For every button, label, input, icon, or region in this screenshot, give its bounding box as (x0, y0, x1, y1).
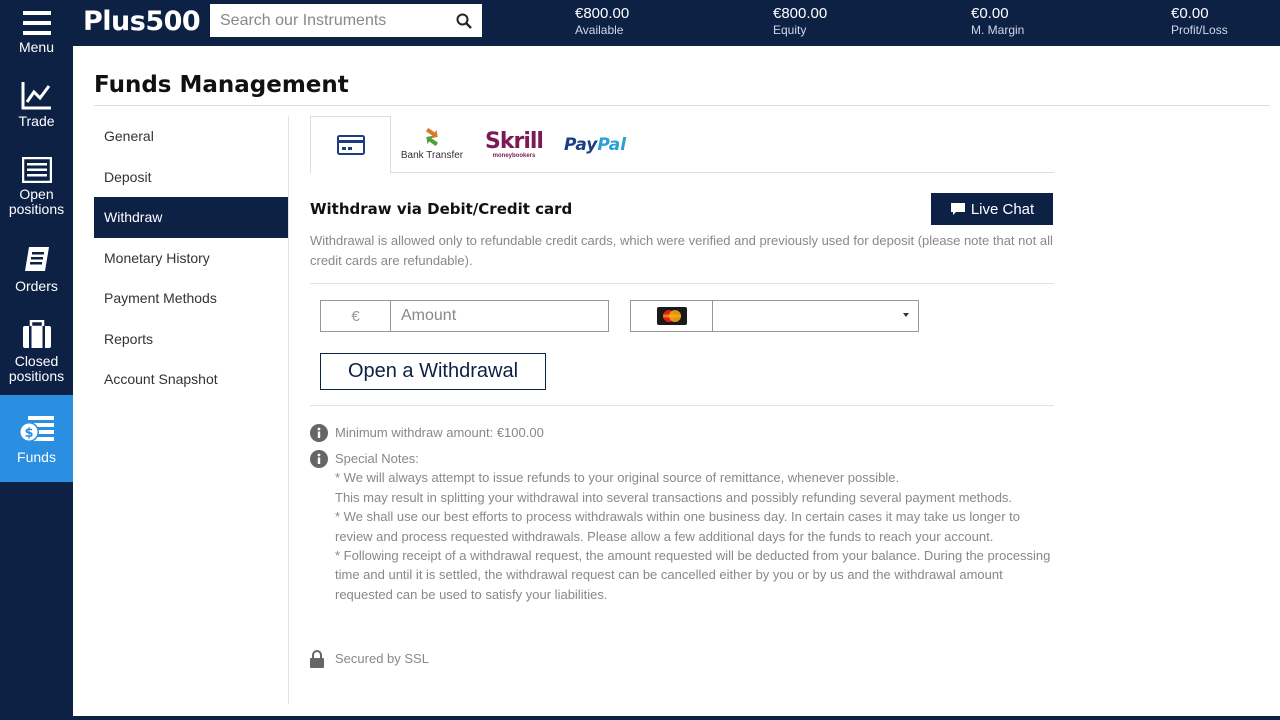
amount-input[interactable] (391, 301, 608, 331)
stat-margin: €0.00 M. Margin (971, 5, 1024, 38)
card-select-value (713, 301, 918, 331)
nav-divider (288, 116, 289, 704)
briefcase-icon (22, 320, 51, 348)
credit-card-icon (336, 135, 365, 155)
closed-positions-button[interactable]: Closed positions (0, 320, 73, 388)
card-select[interactable] (630, 300, 919, 332)
title-divider (94, 105, 1270, 106)
paypal-pay: Pay (563, 134, 598, 155)
funds-side-nav: General Deposit Withdraw Monetary Histor… (94, 116, 289, 400)
special-note: This may result in splitting your withdr… (335, 489, 1013, 505)
trade-label: Trade (18, 113, 55, 129)
nav-item-withdraw[interactable]: Withdraw (94, 197, 289, 238)
divider (310, 405, 1054, 406)
special-notes-title: Special Notes: (335, 451, 419, 466)
card-icon-cell (631, 301, 713, 331)
stat-label: M. Margin (971, 23, 1025, 37)
tab-skrill[interactable]: Skrill moneybookers (478, 116, 550, 173)
chat-bubble-icon (950, 203, 965, 215)
paypal-pal: Pal (597, 134, 627, 155)
funds-button[interactable]: $ Funds (0, 395, 73, 482)
funds-label: Funds (17, 449, 56, 465)
paypal-logo: PayPal (564, 135, 626, 155)
nav-item-payment-methods[interactable]: Payment Methods (94, 278, 289, 319)
svg-text:$: $ (24, 426, 33, 441)
stat-value: €800.00 (773, 5, 828, 22)
search-button[interactable] (446, 4, 482, 37)
closed-positions-label: Closed positions (8, 353, 65, 384)
stat-profit-loss: €0.00 Profit/Loss (1171, 5, 1228, 38)
info-icon (310, 450, 328, 468)
plus500-logo: Plus500 (83, 6, 201, 40)
stat-available: €800.00 Available (575, 5, 629, 38)
min-withdraw-row: Minimum withdraw amount: €100.00 (310, 423, 544, 447)
nav-item-deposit[interactable]: Deposit (94, 157, 289, 198)
skrill-logo: Skrill (485, 128, 544, 154)
live-chat-button[interactable]: Live Chat (931, 193, 1053, 225)
menu-button[interactable]: Menu (0, 10, 73, 62)
stat-value: €0.00 (971, 5, 1009, 22)
search-icon (456, 13, 472, 29)
logo-text: Plus500 (83, 6, 201, 37)
stat-equity: €800.00 Equity (773, 5, 827, 38)
search-input[interactable] (210, 4, 446, 37)
info-icon (310, 424, 328, 442)
left-rail: Menu Trade Open positions Orders Closed … (0, 0, 73, 720)
tab-bank-transfer[interactable]: Bank Transfer (392, 116, 472, 173)
orders-book-icon (24, 247, 49, 271)
nav-item-monetary-history[interactable]: Monetary History (94, 238, 289, 279)
amount-field: € (320, 300, 609, 332)
lock-icon (310, 650, 324, 668)
withdraw-section-title: Withdraw via Debit/Credit card (310, 200, 573, 218)
min-withdraw-text: Minimum withdraw amount: €100.00 (335, 425, 544, 440)
caret-down-icon (903, 313, 909, 317)
ssl-row: Secured by SSL (310, 649, 429, 673)
withdraw-notice: Withdrawal is allowed only to refundable… (310, 233, 1053, 268)
nav-item-general[interactable]: General (94, 116, 289, 157)
stat-label: Profit/Loss (1171, 23, 1228, 37)
tab-paypal[interactable]: PayPal (556, 116, 634, 173)
instrument-search (210, 4, 482, 37)
open-positions-button[interactable]: Open positions (0, 157, 73, 225)
nav-item-account-snapshot[interactable]: Account Snapshot (94, 359, 289, 400)
bank-transfer-icon (425, 128, 439, 146)
top-bar: Plus500 €800.00 Available €800.00 Equity… (73, 0, 1280, 46)
page-title: Funds Management (94, 72, 349, 98)
open-withdrawal-button[interactable]: Open a Withdrawal (320, 353, 546, 390)
tab-credit-card[interactable] (310, 116, 391, 174)
stat-label: Equity (773, 23, 807, 37)
nav-item-reports[interactable]: Reports (94, 319, 289, 360)
open-positions-label: Open positions (8, 186, 65, 217)
orders-button[interactable]: Orders (0, 245, 73, 300)
special-notes-row: Special Notes: * We will always attempt … (310, 449, 1054, 604)
stat-value: €0.00 (1171, 5, 1209, 22)
ssl-text: Secured by SSL (335, 651, 429, 666)
mastercard-icon (656, 307, 687, 325)
content-area: Funds Management General Deposit Withdra… (73, 46, 1280, 716)
list-icon (21, 157, 52, 183)
payment-method-tabs: Bank Transfer Skrill moneybookers PayPal (310, 116, 1054, 174)
live-chat-label: Live Chat (970, 200, 1035, 218)
stat-value: €800.00 (575, 5, 630, 22)
skrill-subtitle: moneybookers (492, 152, 536, 159)
trade-button[interactable]: Trade (0, 80, 73, 135)
special-note: * Following receipt of a withdrawal requ… (335, 548, 1051, 602)
funds-cash-icon: $ (18, 416, 54, 442)
hamburger-icon (22, 11, 51, 35)
orders-label: Orders (15, 278, 58, 294)
special-note: * We will always attempt to issue refund… (335, 470, 900, 486)
menu-label: Menu (18, 39, 55, 55)
bank-transfer-label: Bank Transfer (400, 150, 464, 161)
special-note: * We shall use our best efforts to proce… (335, 509, 1021, 544)
withdraw-panel: Bank Transfer Skrill moneybookers PayPal… (310, 116, 1054, 668)
stat-label: Available (575, 23, 624, 37)
currency-symbol: € (321, 301, 391, 331)
divider (310, 283, 1054, 284)
chart-line-icon (21, 82, 51, 110)
special-notes: Special Notes: * We will always attempt … (335, 449, 1054, 604)
